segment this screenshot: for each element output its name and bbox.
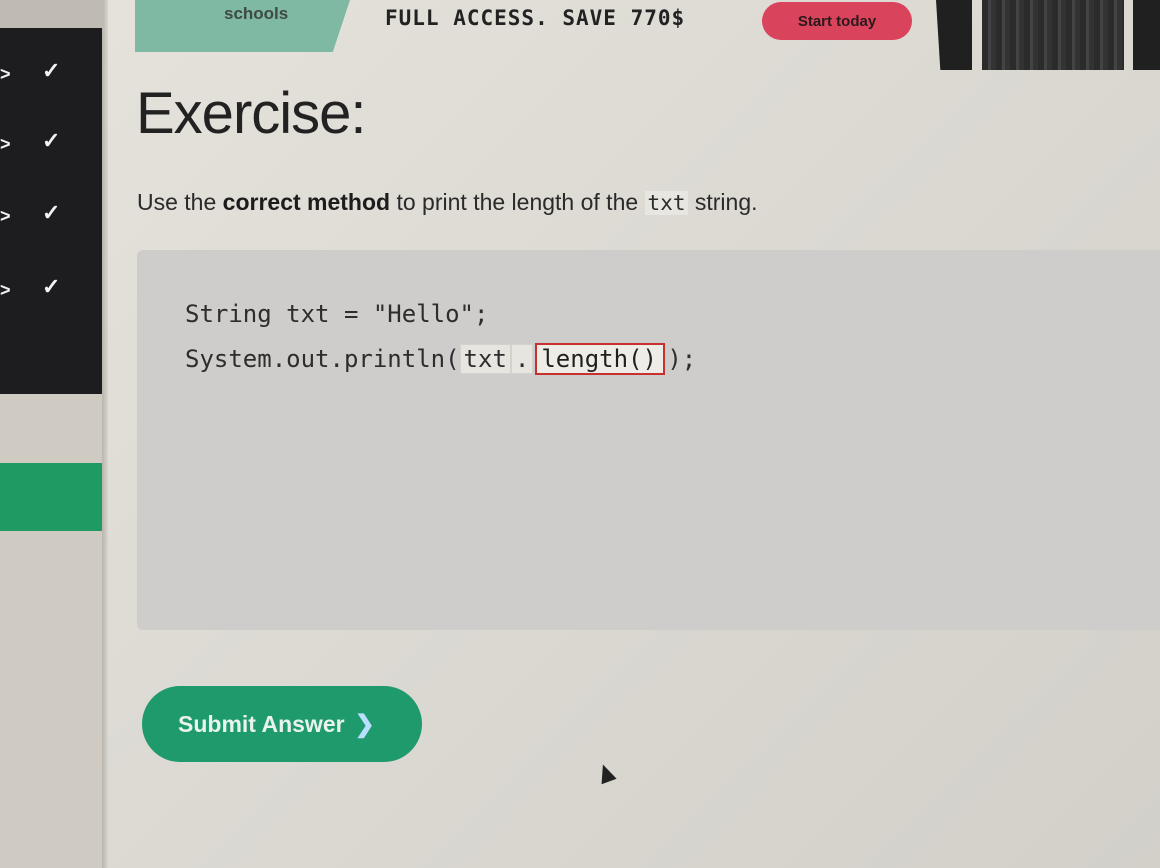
answer-input[interactable] (535, 343, 666, 375)
check-icon: ✓ (42, 274, 61, 299)
ad-image[interactable] (982, 0, 1124, 70)
chevron-right-icon: > (0, 64, 11, 84)
sidebar-item-3[interactable]: > ✓ (0, 194, 102, 234)
ad-image[interactable] (1133, 0, 1160, 70)
sidebar-item-1[interactable]: > ✓ (0, 52, 102, 92)
instruction-bold: correct method (222, 189, 391, 215)
start-today-button[interactable]: Start today (762, 2, 912, 40)
check-icon: ✓ (42, 200, 61, 225)
code-line: System.out.println(txt.); (185, 343, 696, 375)
page: > ✓ > ✓ > ✓ > ✓ schools FULL ACCESS. SAV… (0, 0, 1160, 868)
page-title: Exercise: (136, 81, 367, 146)
code-token: System.out.println( (185, 345, 460, 373)
mouse-cursor-icon (595, 761, 617, 785)
exercise-instructions: Use the correct method to print the leng… (137, 189, 758, 216)
chevron-right-icon: > (0, 280, 11, 300)
code-token: ); (667, 345, 697, 373)
code-line: String txt = "Hello"; (185, 300, 489, 328)
sidebar-item-2[interactable]: > ✓ (0, 122, 102, 162)
sidebar-item-4[interactable]: > ✓ (0, 268, 102, 308)
sidebar-item-active[interactable] (0, 463, 102, 531)
sidebar-header (0, 0, 102, 28)
submit-answer-button[interactable]: Submit Answer ❯ (142, 686, 422, 762)
sidebar: > ✓ > ✓ > ✓ > ✓ (0, 0, 102, 868)
code-token-dot: . (510, 344, 534, 374)
instruction-text: Use the (137, 189, 223, 215)
sidebar-divider (102, 0, 108, 868)
check-icon: ✓ (42, 58, 61, 83)
instruction-code: txt (644, 191, 689, 215)
logo-text[interactable]: schools (224, 4, 288, 24)
submit-answer-label: Submit Answer (178, 710, 345, 737)
code-token-variable: txt (459, 344, 511, 374)
instruction-text: to print the length of the (390, 189, 645, 215)
check-icon: ✓ (42, 128, 61, 153)
instruction-text: string. (688, 189, 758, 215)
promo-text: FULL ACCESS. SAVE 770$ (385, 6, 686, 30)
chevron-right-icon: ❯ (354, 710, 375, 738)
chevron-right-icon: > (0, 134, 11, 154)
ad-image[interactable] (936, 0, 972, 70)
chevron-right-icon: > (0, 206, 11, 226)
